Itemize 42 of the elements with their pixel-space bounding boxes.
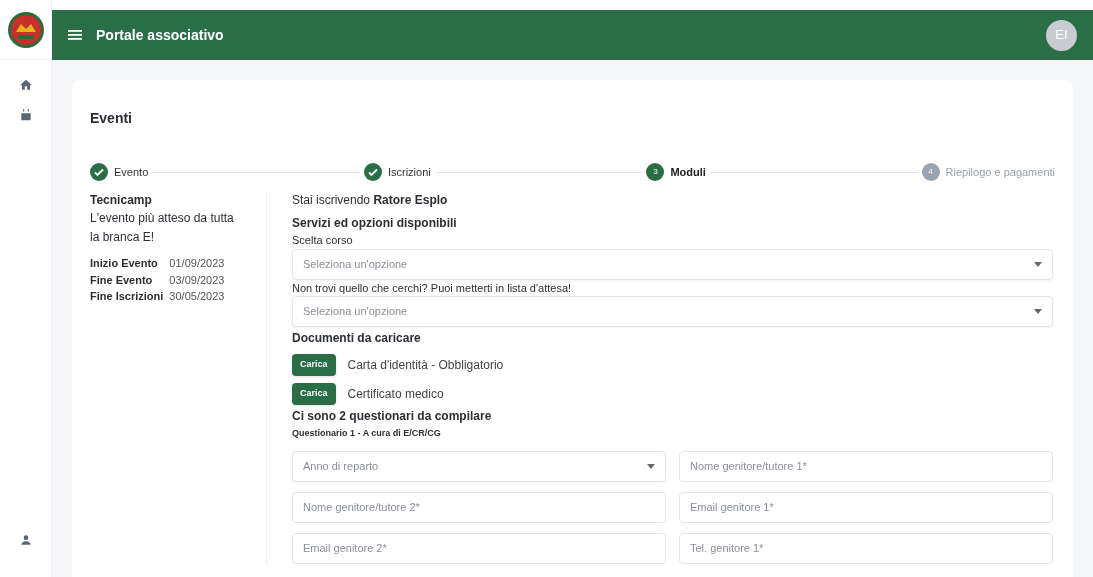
input-field[interactable]: Email genitore 2*: [292, 532, 666, 564]
document-label: Certificato medico: [347, 386, 444, 403]
upload-button[interactable]: Carica: [292, 354, 336, 376]
date-label: Inizio Evento: [90, 256, 159, 271]
section-title: Servizi ed opzioni disponibili: [292, 215, 458, 232]
input-field[interactable]: Nome genitore/tutore 2*: [292, 491, 666, 523]
app-title: Portale associativo: [96, 25, 224, 45]
section-title: Documenti da caricare: [292, 330, 422, 347]
questionnaire-title: Questionario 1 - A cura di E/CR/CG: [292, 427, 442, 440]
input-field[interactable]: Tel. genitore 1*: [679, 532, 1053, 564]
caret-icon: [1034, 309, 1042, 314]
field-label: Scelta corso: [292, 233, 354, 248]
event-description: L'evento più atteso da tutta la branca E!: [90, 210, 235, 246]
page-title: Eventi: [90, 109, 133, 128]
caret-icon: [647, 463, 655, 469]
document-label: Carta d'identità - Obbligatorio: [347, 357, 504, 374]
step-label[interactable]: Moduli: [670, 163, 706, 181]
date-label: Fine Evento: [90, 272, 154, 288]
select-field[interactable]: Anno di reparto: [292, 450, 666, 482]
waitlist-select[interactable]: Seleziona un'opzione: [292, 296, 1053, 327]
field-label: Non trovi quello che cerchi? Puoi metterti in lista d'attesa!: [292, 280, 573, 296]
step-label[interactable]: Iscrizioni: [387, 163, 431, 181]
input-field[interactable]: Email genitore 1*: [679, 491, 1053, 523]
input-field[interactable]: Nome genitore/tutore 1*: [679, 450, 1053, 482]
event-name: Tecnicamp: [90, 192, 153, 209]
date-label: Fine Iscrizioni: [90, 289, 164, 304]
calendar-icon[interactable]: [18, 108, 33, 122]
menu-icon[interactable]: [68, 29, 82, 41]
date-value: 03/09/2023: [169, 272, 225, 288]
section-title: Ci sono 2 questionari da compilare: [292, 408, 493, 425]
step-number: 3: [646, 163, 665, 181]
step-number: 4: [921, 163, 940, 181]
course-select[interactable]: Seleziona un'opzione: [292, 248, 1053, 280]
logo-icon: [6, 10, 45, 49]
date-value: 30/05/2023: [169, 289, 225, 304]
step-label[interactable]: Evento: [114, 163, 149, 181]
upload-button[interactable]: Carica: [292, 383, 336, 405]
enrolling-text: Stai iscrivendo Ratore Esplo: [292, 192, 449, 209]
caret-icon: [1034, 261, 1042, 267]
home-icon[interactable]: [18, 78, 33, 92]
user-icon[interactable]: [18, 533, 33, 547]
date-value: 01/09/2023: [169, 256, 225, 271]
